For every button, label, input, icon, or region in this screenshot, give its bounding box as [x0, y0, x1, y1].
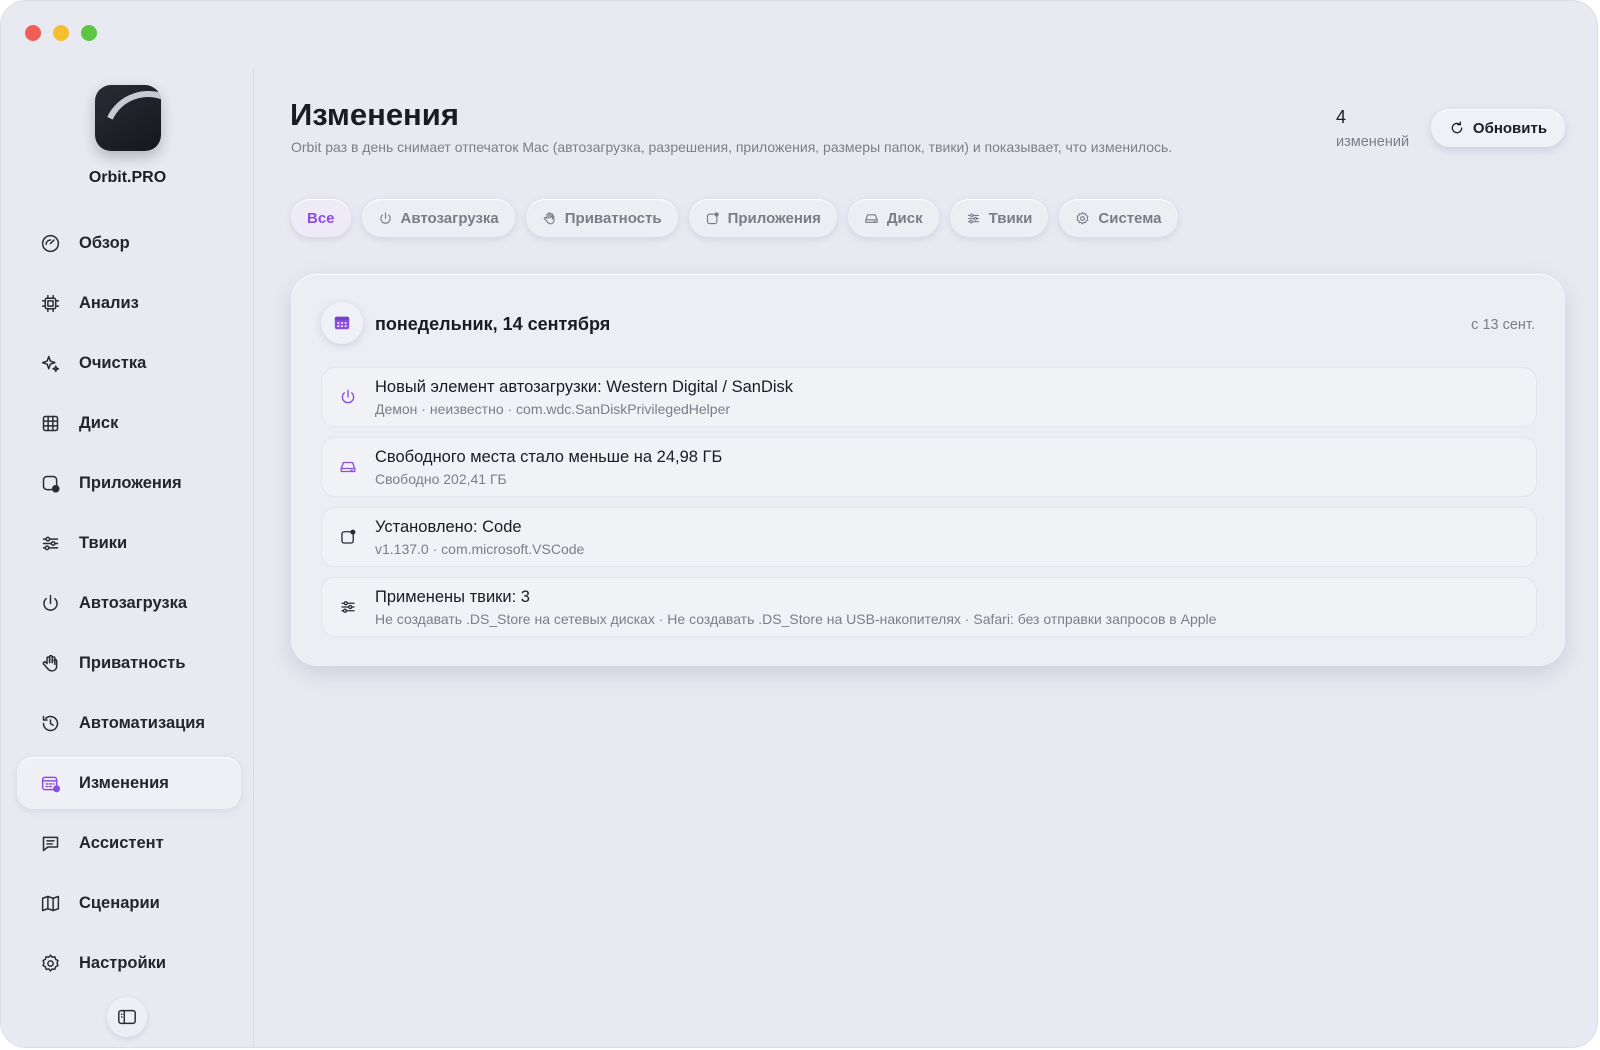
change-row[interactable]: Свободного места стало меньше на 24,98 Г… [321, 437, 1537, 497]
sliders-icon [39, 532, 61, 554]
hand-icon [39, 652, 61, 674]
grid-icon [39, 412, 61, 434]
gear-icon [39, 952, 61, 974]
filter-system[interactable]: Система [1059, 199, 1178, 237]
gear-icon [1077, 211, 1089, 224]
chat-icon [39, 832, 61, 854]
app-logo [95, 85, 161, 151]
sidebar-item-label: Приложения [79, 473, 182, 492]
history-icon [39, 712, 61, 734]
filter-bar: Все Автозагрузка Приватность Приложения … [291, 199, 1178, 237]
sidebar-item-label: Приватность [79, 653, 186, 672]
sidebar-item-tweaks[interactable]: Твики [17, 517, 241, 569]
map-icon [39, 892, 61, 914]
filter-label: Все [307, 209, 335, 227]
sidebar-item-label: Анализ [79, 293, 139, 312]
sidebar-item-label: Автоматизация [79, 713, 206, 732]
gauge-icon [39, 232, 61, 254]
toggle-sidebar-button[interactable] [107, 997, 147, 1037]
sidebar-divider [253, 67, 254, 1047]
sidebar-item-settings[interactable]: Настройки [17, 937, 241, 989]
day-since: с 13 сент. [1471, 317, 1535, 333]
filter-label: Приложения [727, 209, 821, 227]
sidebar-item-scenarios[interactable]: Сценарии [17, 877, 241, 929]
sidebar-nav: Обзор Анализ Очистка Диск Приложения Тви… [17, 217, 241, 997]
app-name: Orbit.PRO [88, 169, 167, 186]
filter-label: Автозагрузка [400, 209, 499, 227]
filter-label: Приватность [564, 209, 662, 227]
apps-icon [39, 472, 61, 494]
sidebar-item-label: Твики [79, 533, 128, 552]
refresh-button-label: Обновить [1472, 119, 1548, 137]
sidebar-item-privacy[interactable]: Приватность [17, 637, 241, 689]
changes-count-label: изменений [1336, 134, 1410, 150]
filter-label: Система [1098, 209, 1162, 227]
page-title: Изменения [290, 97, 459, 132]
day-title: понедельник, 14 сентября [375, 314, 611, 334]
filter-disk[interactable]: Диск [847, 199, 939, 237]
sidebar-item-label: Ассистент [79, 833, 164, 852]
filter-label: Твики [988, 209, 1033, 227]
sidebar-item-label: Очистка [79, 353, 147, 372]
change-row[interactable]: Новый элемент автозагрузки: Western Digi… [321, 367, 1537, 427]
sidebar-item-disk[interactable]: Диск [17, 397, 241, 449]
sparkle-icon [39, 352, 61, 374]
sidebar: Orbit.PRO Обзор Анализ Очистка Диск Прил… [1, 1, 254, 1047]
change-title: Свободного места стало меньше на 24,98 Г… [375, 448, 723, 466]
change-title: Новый элемент автозагрузки: Western Digi… [375, 378, 794, 396]
sidebar-item-startup[interactable]: Автозагрузка [17, 577, 241, 629]
sidebar-item-label: Изменения [79, 773, 169, 792]
change-title: Применены твики: 3 [375, 588, 530, 606]
apps-icon [338, 527, 358, 547]
sidebar-item-label: Сценарии [79, 893, 160, 912]
cpu-icon [39, 292, 61, 314]
hand-icon [543, 211, 555, 224]
filter-all[interactable]: Все [291, 199, 351, 237]
power-icon [39, 592, 61, 614]
change-title: Установлено: Code [375, 518, 522, 536]
refresh-button[interactable]: Обновить [1431, 109, 1565, 147]
sidebar-item-label: Настройки [79, 953, 167, 972]
change-subtitle: Демон · неизвестно · com.wdc.SanDiskPriv… [375, 401, 731, 417]
sidebar-item-label: Диск [79, 413, 119, 432]
page-subtitle: Orbit раз в день снимает отпечаток Mac (… [291, 139, 1173, 155]
calendar-icon [321, 302, 363, 344]
calendar-icon [39, 772, 61, 794]
sliders-icon [967, 213, 979, 223]
power-icon [379, 211, 391, 224]
sidebar-item-cleanup[interactable]: Очистка [17, 337, 241, 389]
filter-label: Диск [886, 209, 923, 227]
filter-apps[interactable]: Приложения [688, 199, 837, 237]
sidebar-item-assistant[interactable]: Ассистент [17, 817, 241, 869]
sidebar-item-automation[interactable]: Автоматизация [17, 697, 241, 749]
apps-icon [706, 211, 719, 224]
change-row[interactable]: Установлено: Code v1.137.0 · com.microso… [321, 507, 1537, 567]
sidebar-item-analysis[interactable]: Анализ [17, 277, 241, 329]
filter-startup[interactable]: Автозагрузка [361, 199, 515, 237]
app-window: Orbit.PRO Обзор Анализ Очистка Диск Прил… [0, 0, 1598, 1048]
sidebar-item-apps[interactable]: Приложения [17, 457, 241, 509]
filter-privacy[interactable]: Приватность [525, 199, 678, 237]
drive-icon [865, 213, 878, 223]
power-icon [338, 387, 358, 407]
change-row[interactable]: Применены твики: 3 Не создавать .DS_Stor… [321, 577, 1537, 637]
change-subtitle: v1.137.0 · com.microsoft.VSCode [375, 541, 585, 557]
sidebar-icon [118, 1009, 136, 1025]
change-subtitle: Свободно 202,41 ГБ [375, 471, 507, 487]
day-card: понедельник, 14 сентября с 13 сент. Новы… [291, 274, 1565, 666]
sidebar-item-overview[interactable]: Обзор [17, 217, 241, 269]
change-subtitle: Не создавать .DS_Store на сетевых дисках… [375, 611, 1217, 627]
sidebar-item-changes[interactable]: Изменения [17, 757, 241, 809]
filter-tweaks[interactable]: Твики [949, 199, 1049, 237]
drive-icon [338, 457, 358, 477]
changes-count: 4 [1336, 107, 1347, 127]
refresh-icon [1451, 121, 1463, 134]
sliders-icon [338, 597, 358, 617]
sidebar-item-label: Обзор [79, 233, 130, 252]
sidebar-item-label: Автозагрузка [79, 593, 188, 612]
